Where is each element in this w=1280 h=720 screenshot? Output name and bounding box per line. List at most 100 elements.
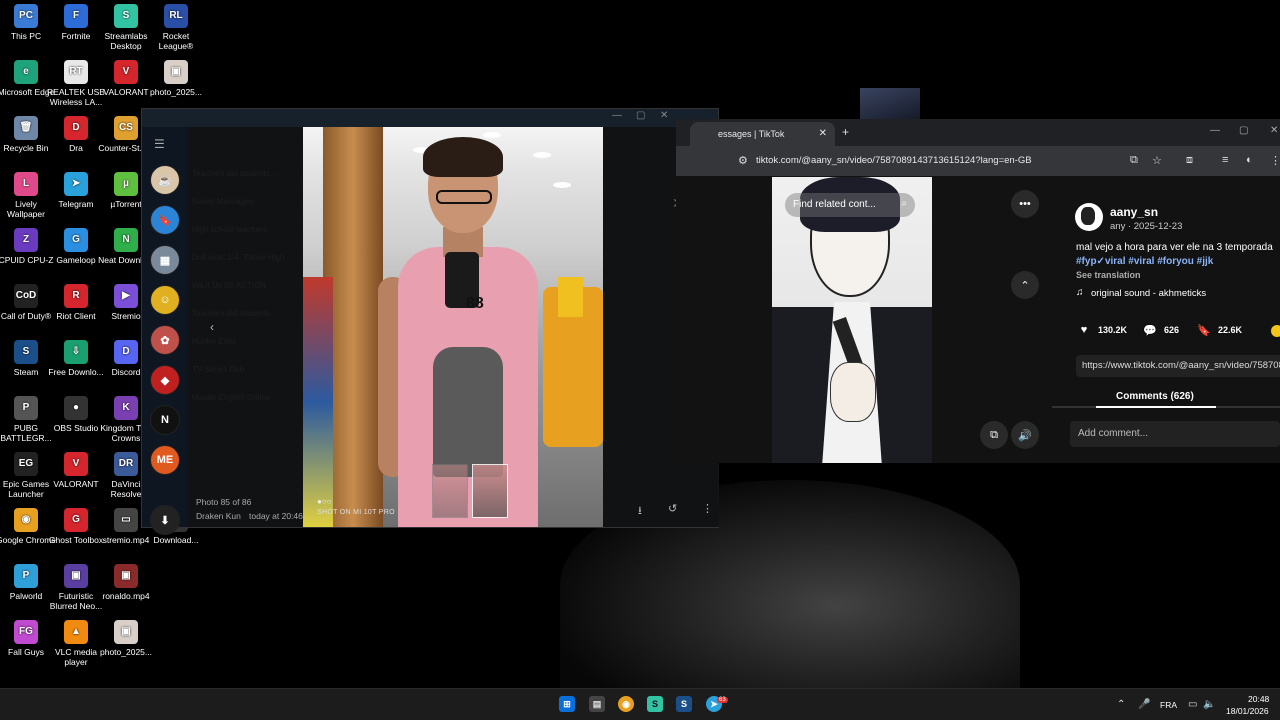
thumbnail[interactable]: [432, 464, 468, 518]
hamburger-menu-icon[interactable]: ☰: [154, 137, 165, 151]
photo-time: today at 20:46: [249, 511, 303, 521]
app-icon: R: [64, 284, 88, 308]
app-icon: µ: [114, 172, 138, 196]
volume-icon[interactable]: 🔈: [1203, 699, 1215, 710]
app-icon: N: [114, 228, 138, 252]
browser-tab-tiktok[interactable]: essages | TikTok ✕: [690, 122, 835, 146]
tiktok-video-player[interactable]: [772, 177, 932, 463]
app-icon: EG: [14, 452, 38, 476]
app-icon: ⇩: [64, 340, 88, 364]
app-icon: V: [64, 452, 88, 476]
app-icon: L: [14, 172, 38, 196]
share-icon[interactable]: [1271, 325, 1280, 337]
search-placeholder: Find related cont...: [793, 199, 876, 210]
sidebar-chat-avatar[interactable]: ▦: [150, 245, 180, 275]
heart-icon: ♥: [1080, 324, 1088, 336]
creator-username[interactable]: aany_sn: [1110, 205, 1158, 219]
app-icon: CoD: [14, 284, 38, 308]
thumbnail[interactable]: [472, 464, 508, 518]
sidebar-chat-avatar[interactable]: ME: [150, 445, 180, 475]
microphone-icon[interactable]: 🎤: [1138, 699, 1150, 710]
tab-close-icon[interactable]: ✕: [819, 128, 827, 139]
site-info-icon[interactable]: ⚙: [738, 154, 748, 167]
app-icon: e: [14, 60, 38, 84]
steam-taskbar-icon[interactable]: S: [676, 696, 692, 712]
start-button[interactable]: ⊞: [559, 696, 575, 712]
browser-tabbar: essages | TikTok ✕ + — ▢ ✕: [676, 119, 1280, 146]
maximize-button[interactable]: ▢: [636, 110, 645, 121]
sidebar-chat-avatar[interactable]: 🔖: [150, 205, 180, 235]
new-tab-icon[interactable]: +: [842, 125, 849, 139]
app-icon: G: [64, 508, 88, 532]
volume-button[interactable]: 🔊: [1011, 421, 1039, 449]
window-close-icon[interactable]: ✕: [1270, 125, 1278, 136]
telegram-titlebar[interactable]: — ▢ ✕: [142, 109, 718, 127]
sound-link[interactable]: original sound - akhmeticks: [1091, 288, 1206, 299]
app-icon: P: [14, 564, 38, 588]
app-icon: F: [64, 4, 88, 28]
show-hidden-icons-icon[interactable]: ⌃: [1117, 699, 1125, 710]
previous-photo-icon[interactable]: ‹: [210, 320, 214, 334]
clock-time[interactable]: 20:48: [1248, 694, 1269, 704]
desktop-icon[interactable]: ▣ ronaldo.mp4: [96, 564, 156, 601]
viewer-thumbnails[interactable]: [432, 464, 508, 518]
minimize-button[interactable]: —: [612, 110, 622, 121]
window-maximize-icon[interactable]: ▢: [1239, 125, 1248, 136]
bookmark-star-icon[interactable]: ☆: [1152, 154, 1162, 167]
app-icon: ▭: [114, 508, 138, 532]
desktop-icon[interactable]: ▣ photo_2025...: [146, 60, 206, 97]
download-icon[interactable]: ⭳: [638, 502, 642, 521]
app-icon: ●: [64, 396, 88, 420]
app-icon: 🗑: [14, 116, 38, 140]
more-options-button[interactable]: •••: [1011, 190, 1039, 218]
sidebar-chat-avatar[interactable]: ☕: [150, 165, 180, 195]
streamlabs-taskbar-icon[interactable]: S: [647, 696, 663, 712]
see-translation-link[interactable]: See translation: [1076, 270, 1141, 280]
like-count: 130.2K: [1098, 325, 1128, 335]
window-minimize-icon[interactable]: —: [1210, 125, 1220, 136]
extensions-icon[interactable]: ⧈: [1186, 154, 1193, 167]
app-icon: G: [64, 228, 88, 252]
file-explorer-icon[interactable]: ▤: [589, 696, 605, 712]
network-icon[interactable]: ▭: [1188, 699, 1197, 710]
save-button[interactable]: 🔖 22.6K: [1196, 322, 1242, 338]
sidebar-chat-avatar[interactable]: ✿: [150, 325, 180, 355]
photo-sender[interactable]: Draken Kun: [196, 511, 241, 521]
previous-video-button[interactable]: ⌃: [1011, 271, 1039, 299]
picture-in-picture-button[interactable]: ⧉: [980, 421, 1008, 449]
desktop-icon[interactable]: ▣ photo_2025...: [96, 620, 156, 657]
language-indicator[interactable]: FRA: [1160, 700, 1177, 710]
profile-avatar-icon[interactable]: ◐: [1246, 154, 1253, 166]
bookmark-icon: 🔖: [1197, 324, 1211, 337]
downloads-icon[interactable]: ⬇: [150, 505, 180, 535]
comments-tab[interactable]: Comments (626): [1116, 391, 1194, 402]
desktop-icon[interactable]: RL Rocket League®: [146, 4, 206, 51]
like-button[interactable]: ♥ 130.2K: [1076, 322, 1127, 338]
clock-date[interactable]: 18/01/2026: [1226, 706, 1269, 716]
reading-list-icon[interactable]: ≡: [1222, 154, 1228, 166]
find-related-search[interactable]: Find related cont... ⌕: [785, 193, 915, 217]
search-icon: ⌕: [901, 198, 907, 209]
sidebar-chat-avatar[interactable]: N: [150, 405, 180, 435]
share-link-field[interactable]: https://www.tiktok.com/@aany_sn/video/75…: [1076, 355, 1280, 377]
app-icon: D: [64, 116, 88, 140]
install-app-icon[interactable]: ⧉: [1130, 154, 1138, 167]
chrome-taskbar-icon[interactable]: ◉: [618, 696, 634, 712]
address-bar[interactable]: tiktok.com/@aany_sn/video/75870891437136…: [756, 155, 1032, 166]
sidebar-chat-avatar[interactable]: ☺: [150, 285, 180, 315]
comment-button[interactable]: 💬 626: [1142, 322, 1179, 338]
rotate-icon[interactable]: ↺: [668, 502, 677, 515]
sidebar-chat-avatar[interactable]: ◆: [150, 365, 180, 395]
browser-menu-icon[interactable]: ⋮: [1270, 154, 1280, 167]
creator-avatar[interactable]: [1075, 203, 1103, 231]
app-icon: S: [114, 4, 138, 28]
more-options-icon[interactable]: ⋮: [702, 502, 713, 515]
video-hashtags[interactable]: #fyp✓viral #viral #foryou #jjk: [1076, 256, 1213, 267]
close-button[interactable]: ✕: [660, 110, 668, 121]
add-comment-input[interactable]: Add comment...: [1070, 421, 1280, 447]
app-icon: Z: [14, 228, 38, 252]
comment-icon: 💬: [1143, 324, 1157, 337]
comments-tab-underline: [1052, 406, 1280, 408]
jersey-number: 88: [466, 295, 484, 312]
desktop-icon-label: Download...: [153, 535, 199, 545]
